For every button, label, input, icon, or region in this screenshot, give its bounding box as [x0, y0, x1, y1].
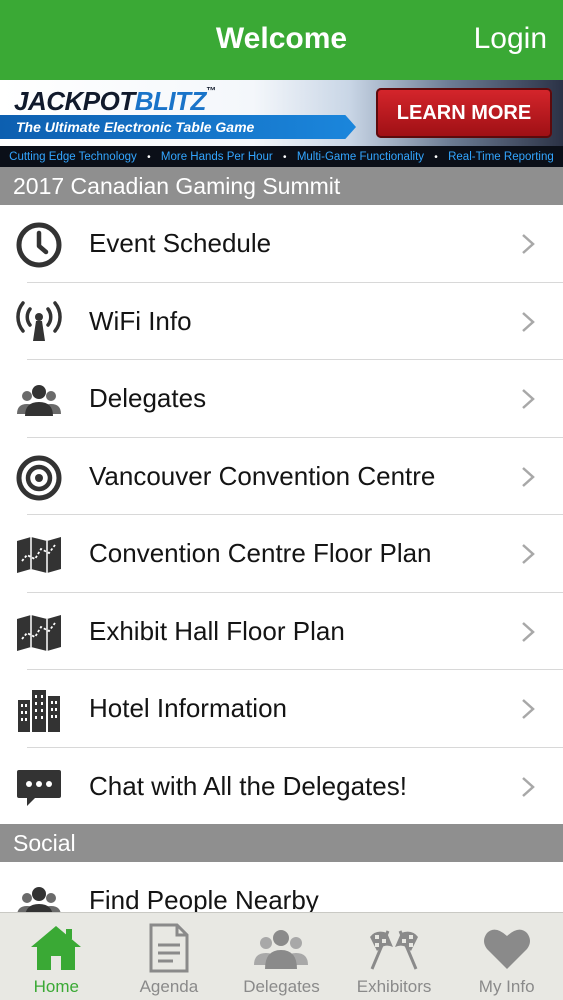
menu-item-event-schedule[interactable]: Event Schedule	[0, 205, 563, 283]
ad-feature: Cutting Edge Technology	[9, 151, 137, 163]
tab-label: Delegates	[243, 977, 320, 996]
login-button[interactable]: Login	[474, 22, 547, 56]
tab-bar: Home Agenda Delegates Exhibitors My Info	[0, 912, 563, 1000]
menu-item-convention-centre-floor-plan[interactable]: Convention Centre Floor Plan	[0, 515, 563, 593]
tab-label: Exhibitors	[356, 977, 432, 996]
document-icon	[149, 923, 189, 973]
menu-item-delegates[interactable]: Delegates	[0, 360, 563, 438]
summit-menu-list: Event Schedule WiFi Info Delegates Vanco…	[0, 205, 563, 825]
tab-label: Home	[33, 977, 79, 996]
menu-item-hotel-information[interactable]: Hotel Information	[0, 670, 563, 748]
ad-brand-tm: ™	[205, 86, 216, 97]
people-icon	[254, 930, 309, 969]
ad-brand-name: JACKPOTBLITZ™	[14, 86, 216, 117]
target-icon	[16, 455, 62, 500]
learn-more-button[interactable]: LEARN MORE	[376, 88, 552, 138]
menu-item-vancouver-convention-centre[interactable]: Vancouver Convention Centre	[0, 437, 563, 515]
chevron-right-icon	[522, 544, 535, 564]
chevron-right-icon	[522, 699, 535, 719]
bullet-icon: •	[147, 151, 151, 163]
menu-item-label: Convention Centre Floor Plan	[89, 538, 432, 568]
home-icon	[31, 926, 82, 970]
menu-item-label: Hotel Information	[89, 693, 287, 723]
tab-agenda[interactable]: Agenda	[113, 913, 226, 1000]
people-icon	[17, 385, 61, 416]
menu-item-label: Vancouver Convention Centre	[89, 460, 436, 491]
menu-item-label: Delegates	[89, 383, 207, 413]
ad-brand-part2: BLITZ	[134, 86, 207, 116]
ad-brand-part1: JACKPOT	[14, 86, 135, 116]
buildings-icon	[18, 690, 60, 732]
ad-feature-list: Cutting Edge Technology • More Hands Per…	[0, 146, 563, 168]
chevron-right-icon	[522, 311, 535, 332]
map-icon	[17, 537, 61, 573]
tab-home[interactable]: Home	[0, 913, 113, 1000]
clock-icon	[16, 222, 62, 268]
tab-label: My Info	[478, 977, 535, 996]
checkered-flags-icon	[370, 930, 419, 970]
navigation-bar: Welcome Login	[0, 0, 563, 80]
chevron-right-icon	[522, 389, 535, 409]
tab-delegates[interactable]: Delegates	[225, 913, 338, 1000]
tab-label: Agenda	[139, 977, 199, 996]
menu-item-chat-with-delegates[interactable]: Chat with All the Delegates!	[0, 747, 563, 825]
ad-feature: Multi-Game Functionality	[296, 151, 425, 163]
map-icon	[17, 614, 61, 651]
section-header-social: Social	[0, 824, 563, 862]
bullet-icon: •	[434, 151, 438, 163]
menu-item-exhibit-hall-floor-plan[interactable]: Exhibit Hall Floor Plan	[0, 592, 563, 670]
menu-item-label: Exhibit Hall Floor Plan	[89, 615, 345, 646]
chevron-right-icon	[522, 234, 535, 254]
tab-exhibitors[interactable]: Exhibitors	[338, 913, 451, 1000]
menu-item-label: WiFi Info	[89, 305, 192, 336]
bullet-icon: •	[283, 151, 287, 163]
menu-item-label: Event Schedule	[89, 228, 272, 258]
ad-feature: More Hands Per Hour	[160, 151, 273, 163]
menu-item-label: Chat with All the Delegates!	[89, 770, 407, 801]
ad-banner[interactable]: JACKPOTBLITZ™ The Ultimate Electronic Ta…	[0, 80, 563, 168]
chevron-right-icon	[522, 776, 535, 797]
chat-bubble-icon	[17, 769, 61, 806]
chevron-right-icon	[522, 621, 535, 642]
ad-tagline: The Ultimate Electronic Table Game	[16, 119, 255, 135]
section-header-summit: 2017 Canadian Gaming Summit	[0, 167, 563, 205]
menu-item-wifi-info[interactable]: WiFi Info	[0, 282, 563, 360]
wifi-tower-icon	[16, 300, 62, 341]
chevron-right-icon	[522, 466, 535, 487]
ad-feature: Real-Time Reporting	[448, 151, 554, 163]
heart-icon	[483, 929, 530, 969]
tab-my-info[interactable]: My Info	[450, 913, 563, 1000]
